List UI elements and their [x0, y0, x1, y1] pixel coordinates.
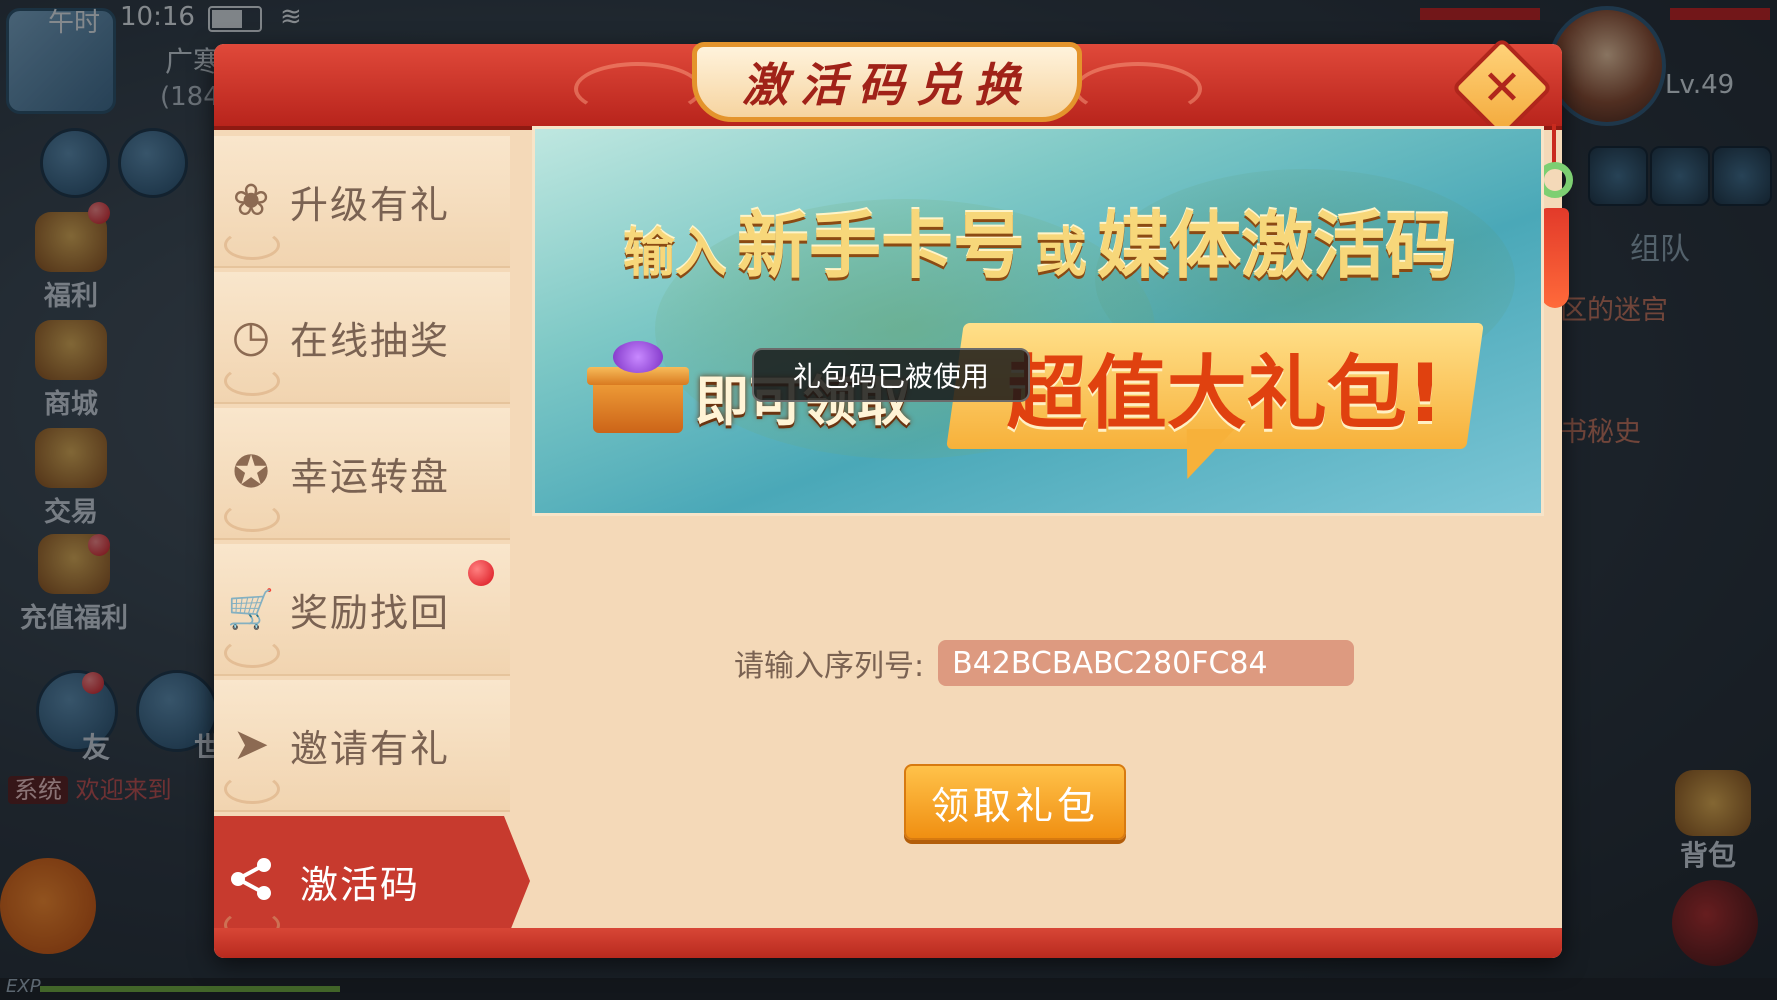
paper-plane-icon: ➤ — [232, 719, 270, 770]
serial-label: 请输入序列号: — [734, 649, 925, 684]
sidebar-item-label: 升级有礼 — [290, 182, 451, 227]
banner-text: 或 — [1035, 224, 1088, 284]
promo-banner: 输入新手卡号或媒体激活码 即可领取 超值大礼包! — [532, 126, 1544, 516]
sidebar-item-label: 邀请有礼 — [290, 726, 451, 771]
activation-code-dialog: 激活码兑换 ✕ ❀ 升级有礼 ◷ 在线抽奖 ✪ 幸运转盘 🛒 奖励找回 ➤ 邀请… — [214, 37, 1573, 958]
gift-box-icon — [587, 341, 689, 437]
serial-input[interactable] — [938, 640, 1355, 686]
toast-message: 礼包码已被使用 — [752, 348, 1030, 402]
sidebar-item-online-lottery[interactable]: ◷ 在线抽奖 — [214, 272, 510, 404]
sidebar-item-invite-reward[interactable]: ➤ 邀请有礼 — [214, 680, 510, 812]
sidebar-item-label: 幸运转盘 — [290, 454, 451, 499]
sidebar-item-lucky-wheel[interactable]: ✪ 幸运转盘 — [214, 408, 510, 540]
banner-headline: 输入 新手卡号或媒体激活码 — [575, 187, 1515, 292]
dialog-title: 激活码兑换 — [742, 58, 1032, 112]
notification-dot — [468, 560, 494, 586]
dialog-bottom-strip — [214, 928, 1562, 958]
lotus-icon: ❀ — [232, 175, 270, 226]
title-plate: 激活码兑换 — [692, 42, 1082, 122]
banner-text: 输入 — [622, 224, 727, 284]
sidebar-item-label: 在线抽奖 — [290, 318, 451, 363]
cart-icon: 🛒 — [227, 587, 275, 631]
sidebar-item-label: 激活码 — [300, 862, 421, 907]
sidebar-menu: ❀ 升级有礼 ◷ 在线抽奖 ✪ 幸运转盘 🛒 奖励找回 ➤ 邀请有礼 激活码 — [214, 136, 530, 950]
wheel-icon: ✪ — [232, 447, 270, 498]
close-icon: ✕ — [1481, 60, 1523, 116]
banner-text: 媒体激活码 — [1097, 204, 1458, 288]
banner-text: 新手卡号 — [736, 204, 1025, 288]
sidebar-item-level-reward[interactable]: ❀ 升级有礼 — [214, 136, 510, 268]
serial-row: 请输入序列号: — [734, 640, 1355, 686]
bubble-text: 超值大礼包! — [1006, 347, 1444, 440]
share-icon — [226, 856, 276, 906]
sidebar-item-reward-recovery[interactable]: 🛒 奖励找回 — [214, 544, 510, 676]
claim-gift-button[interactable]: 领取礼包 — [904, 764, 1126, 840]
clock-icon: ◷ — [231, 311, 271, 362]
sidebar-item-activation-code[interactable]: 激活码 — [214, 816, 530, 946]
sidebar-item-label: 奖励找回 — [290, 590, 451, 635]
